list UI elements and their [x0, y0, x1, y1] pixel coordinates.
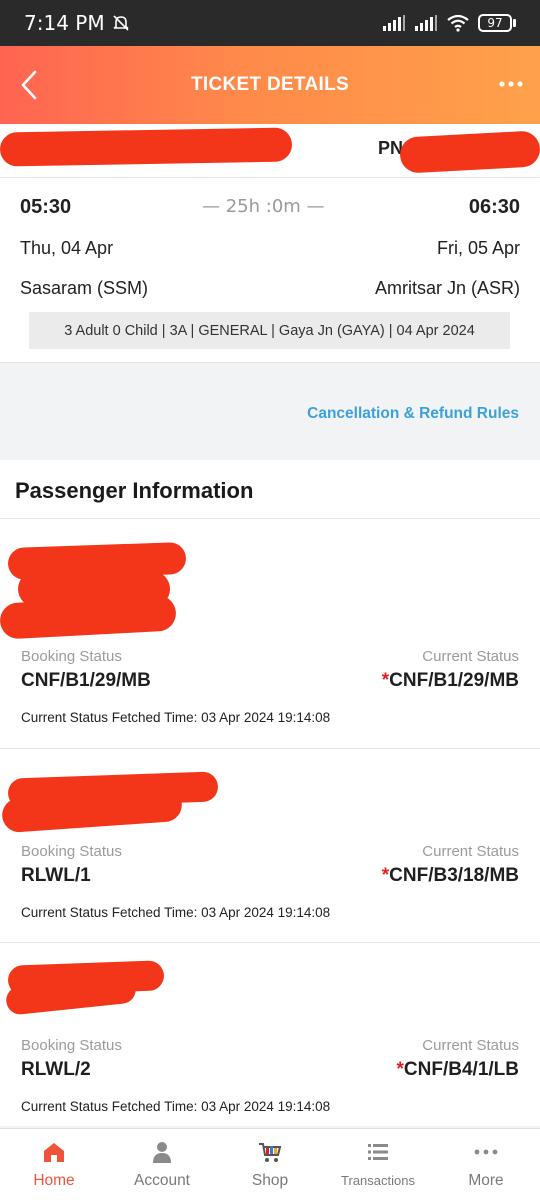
battery-level: 97 — [478, 14, 512, 32]
shop-cart-icon — [259, 1143, 282, 1162]
nav-shop[interactable]: Shop — [216, 1129, 324, 1200]
nav-more[interactable]: More — [432, 1129, 540, 1200]
current-status-value: *CNF/B1/29/MB — [382, 670, 519, 692]
cell-signal-2-icon — [415, 15, 437, 31]
battery-icon: 97 — [478, 14, 516, 32]
current-status-text: CNF/B4/1/LB — [403, 1059, 519, 1080]
booking-status-label: Booking Status — [21, 648, 122, 665]
booking-status-value: RLWL/2 — [21, 1059, 91, 1080]
current-status-value: *CNF/B3/18/MB — [382, 865, 519, 887]
booking-summary: 3 Adult 0 Child | 3A | GENERAL | Gaya Jn… — [29, 312, 510, 349]
clock: 7:14 PM — [24, 11, 105, 35]
transactions-list-icon — [368, 1144, 388, 1160]
passenger-card: Booking Status Current Status RLWL/2 *CN… — [0, 943, 540, 1138]
more-options-icon[interactable] — [498, 80, 524, 88]
redaction-mark — [0, 127, 293, 167]
current-status-value: *CNF/B4/1/LB — [397, 1059, 519, 1081]
current-status-text: CNF/B1/29/MB — [389, 670, 519, 691]
divider-area — [0, 362, 540, 444]
passenger-card: Booking Status Current Status CNF/B1/29/… — [0, 519, 540, 725]
wifi-icon — [447, 14, 469, 32]
current-status-label: Current Status — [422, 1037, 519, 1054]
home-icon — [44, 1143, 64, 1162]
passenger-card: Booking Status Current Status RLWL/1 *CN… — [0, 749, 540, 944]
passenger-section: Passenger Information Booking Status Cur… — [0, 460, 540, 1126]
booking-status-value: CNF/B1/29/MB — [21, 670, 151, 691]
app-header: TICKET DETAILS — [0, 46, 540, 124]
booking-status-label: Booking Status — [21, 843, 122, 860]
cancellation-refund-link[interactable]: Cancellation & Refund Rules — [307, 405, 519, 423]
fetched-time: Current Status Fetched Time: 03 Apr 2024… — [21, 1099, 331, 1114]
to-station: Amritsar Jn (ASR) — [374, 278, 520, 298]
booking-status-label: Booking Status — [21, 1037, 122, 1054]
nav-transactions[interactable]: Transactions — [324, 1129, 432, 1200]
from-station: Sasaram (SSM) — [20, 278, 149, 298]
arrival-time: 06:30 — [468, 196, 520, 218]
status-asterisk: * — [396, 1059, 404, 1080]
alarm-off-icon — [113, 15, 129, 31]
nav-label: Transactions — [341, 1173, 415, 1188]
booking-status-value: RLWL/1 — [21, 865, 91, 886]
departure-time: 05:30 — [20, 196, 72, 218]
fetched-time: Current Status Fetched Time: 03 Apr 2024… — [21, 710, 331, 725]
bottom-navigation: Home Account Shop Transactions More — [0, 1128, 540, 1200]
back-arrow-icon[interactable] — [18, 68, 42, 102]
nav-label: Shop — [251, 1172, 289, 1189]
nav-home[interactable]: Home — [0, 1129, 108, 1200]
current-status-text: CNF/B3/18/MB — [389, 865, 519, 886]
fetched-time: Current Status Fetched Time: 03 Apr 2024… — [21, 905, 331, 920]
status-bar: 7:14 PM 97 — [0, 0, 540, 46]
current-status-label: Current Status — [422, 843, 519, 860]
nav-label: More — [468, 1172, 504, 1189]
redaction-mark — [399, 130, 540, 174]
nav-label: Account — [133, 1172, 190, 1189]
redaction-mark — [0, 594, 177, 640]
page-title: TICKET DETAILS — [191, 74, 349, 95]
more-dots-icon — [474, 1149, 498, 1155]
pnr-row: PN — [0, 124, 540, 178]
account-icon — [153, 1142, 171, 1163]
arrival-date: Fri, 05 Apr — [436, 238, 520, 258]
section-title: Passenger Information — [15, 478, 254, 503]
journey-duration: — 25h :0m — — [202, 196, 325, 217]
departure-date: Thu, 04 Apr — [20, 238, 114, 258]
current-status-label: Current Status — [422, 648, 519, 665]
nav-account[interactable]: Account — [108, 1129, 216, 1200]
journey-card: PN 05:30 — 25h :0m — 06:30 Thu, 04 Apr F… — [0, 124, 540, 362]
nav-label: Home — [33, 1172, 75, 1189]
cell-signal-icon — [383, 15, 405, 31]
